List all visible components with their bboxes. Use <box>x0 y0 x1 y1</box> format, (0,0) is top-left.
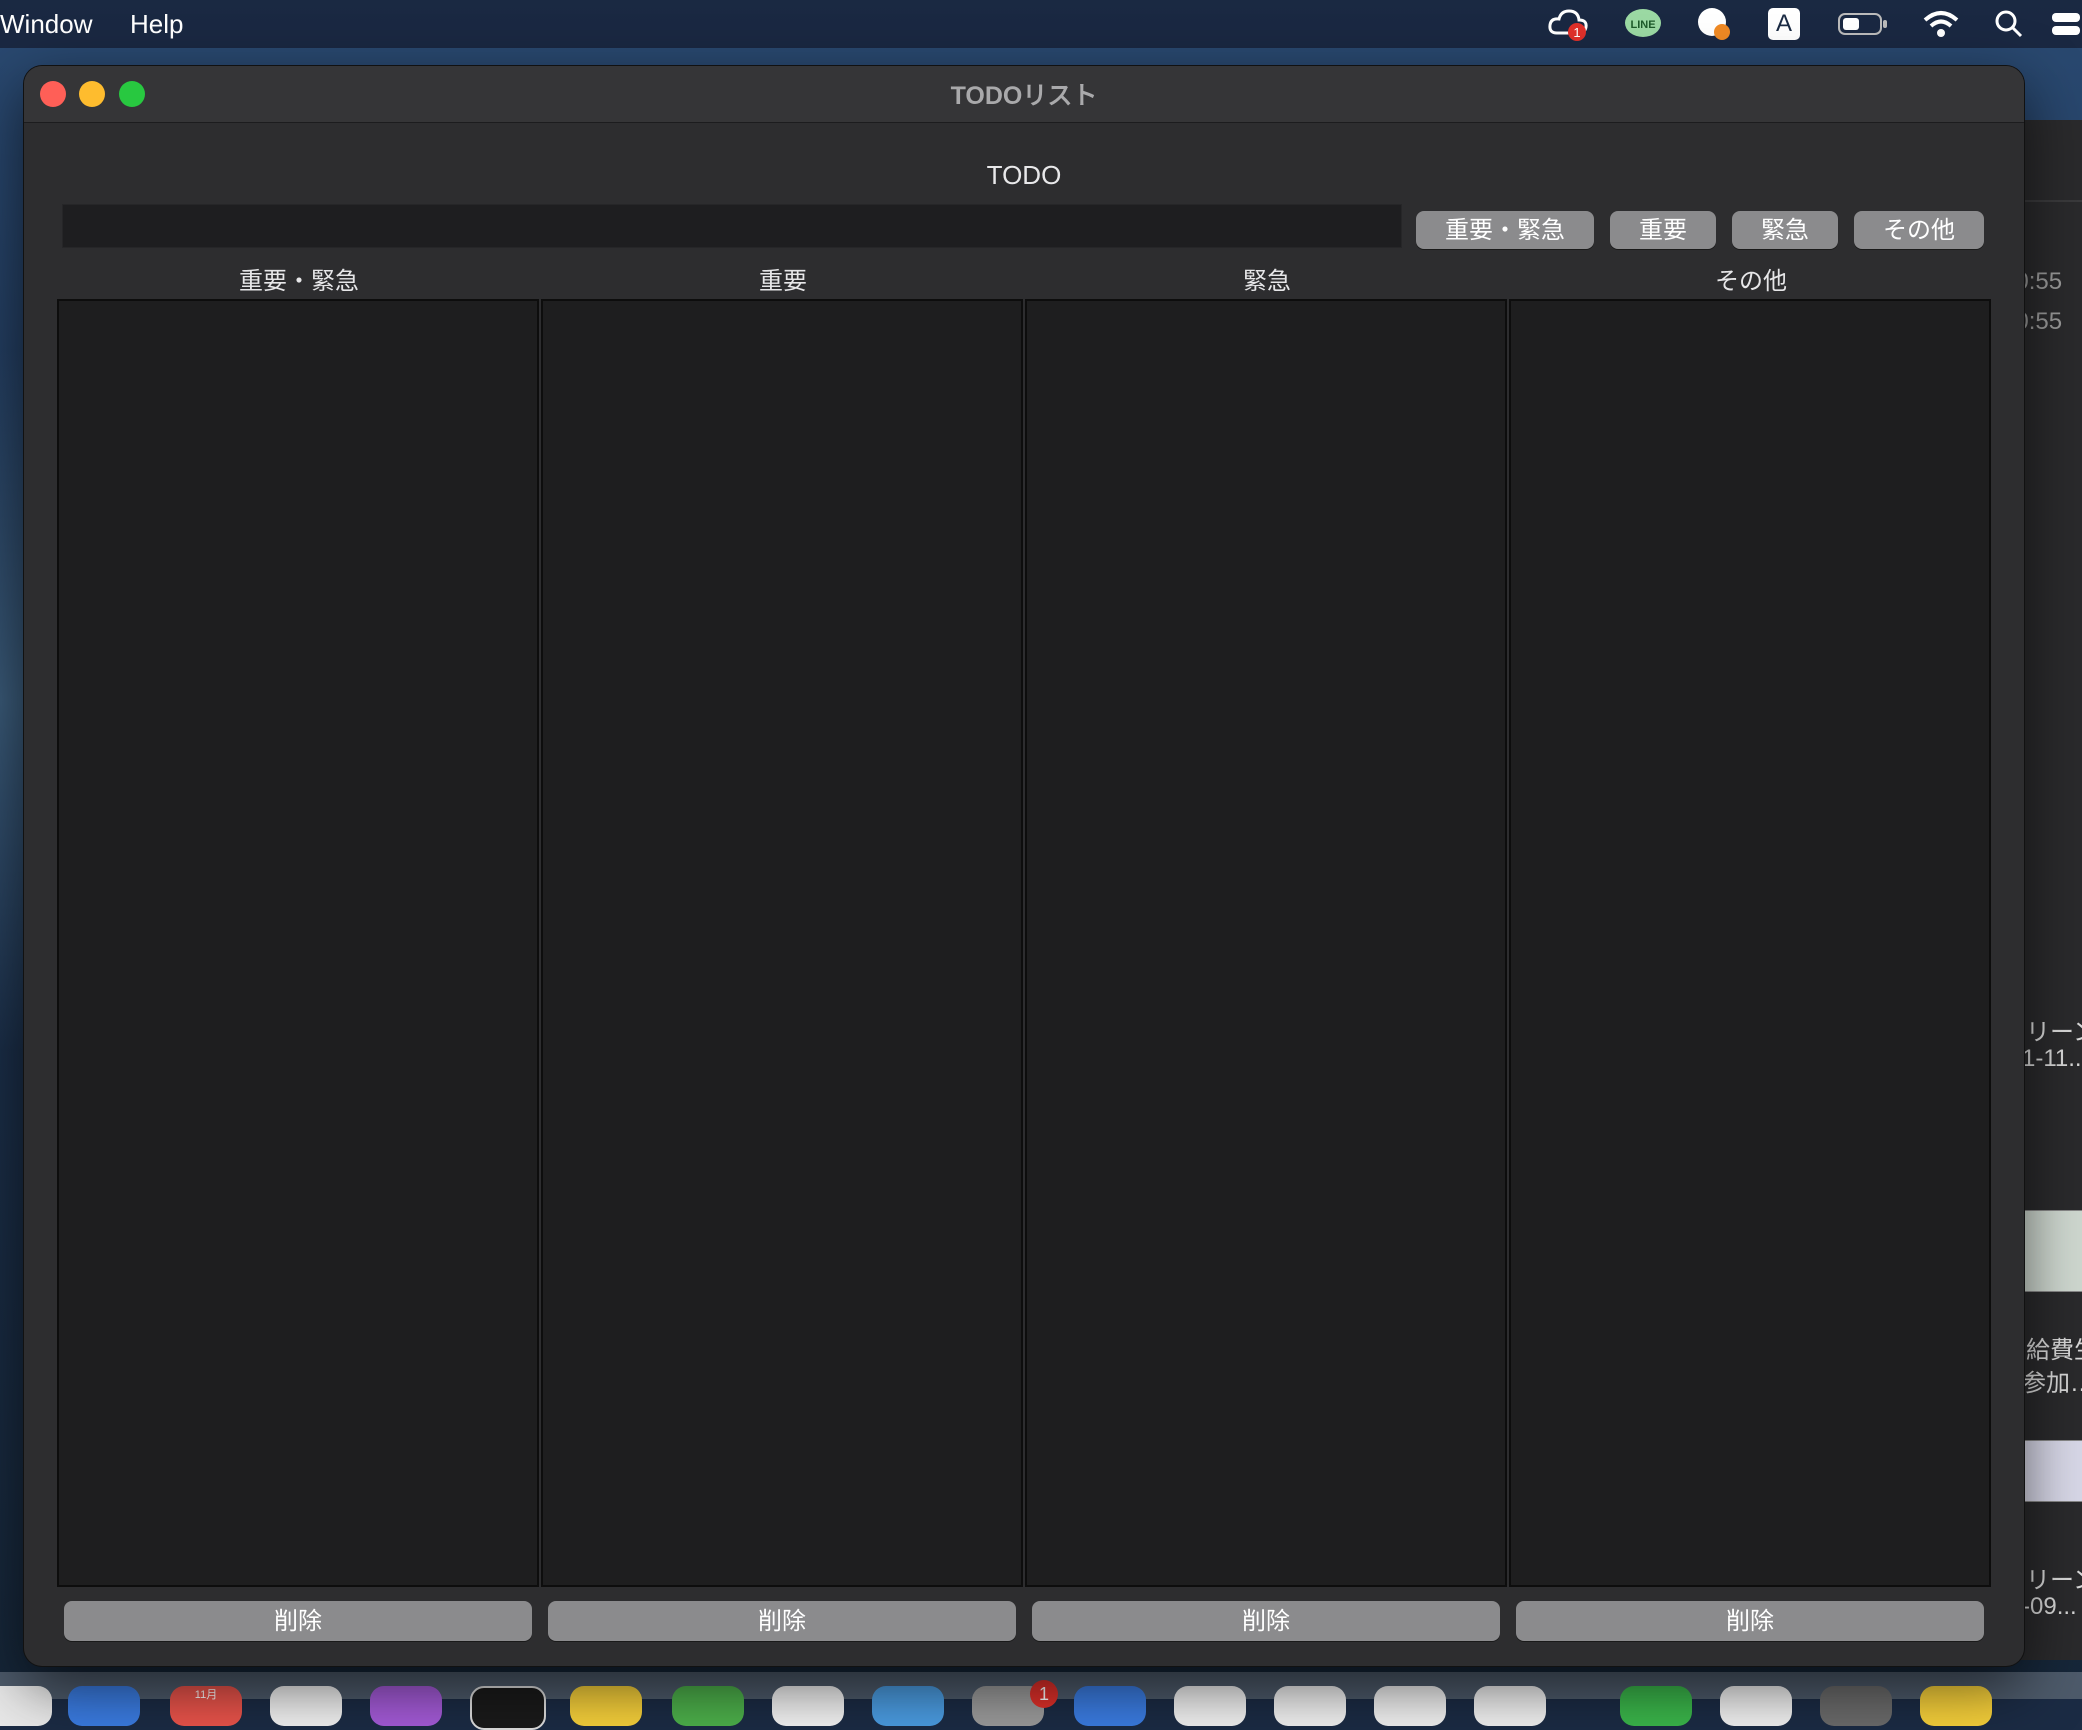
wifi-icon[interactable] <box>1922 6 1960 42</box>
dock-app-icon[interactable] <box>672 1686 744 1726</box>
window-title: TODOリスト <box>950 82 1098 110</box>
input-method-icon[interactable]: A <box>1766 6 1802 42</box>
dock-app-icon[interactable] <box>0 1686 52 1726</box>
todo-window: TODOリスト TODO 重要・緊急 重要 緊急 その他 重要・緊急 重要 緊急… <box>24 66 2024 1666</box>
column-label-important-urgent: 重要・緊急 <box>239 267 359 295</box>
bg-thumbnail <box>2022 1440 2082 1502</box>
line-label: LINE <box>1630 19 1655 31</box>
bg-snippet: 参加…2 <box>2022 1370 2082 1397</box>
dock-app-icon[interactable] <box>1174 1686 1246 1726</box>
delete-important-urgent-button[interactable]: 削除 <box>64 1601 532 1641</box>
dock-app-icon[interactable] <box>1074 1686 1146 1726</box>
column-label-important: 重要 <box>759 267 807 295</box>
bg-snippet: リーン <box>2026 1019 2082 1046</box>
list-important[interactable] <box>541 299 1023 1587</box>
icloud-icon[interactable]: 1 <box>1545 6 1591 42</box>
add-other-button[interactable]: その他 <box>1854 211 1984 249</box>
dock-app-icon[interactable] <box>470 1686 546 1730</box>
menu-window[interactable]: Window <box>0 9 92 40</box>
menu-help[interactable]: Help <box>130 9 183 40</box>
list-important-urgent[interactable] <box>57 299 539 1587</box>
dock-badge: 1 <box>1030 1680 1058 1708</box>
page-title: TODO <box>986 160 1062 190</box>
spotlight-icon[interactable] <box>1992 6 2026 42</box>
bg-snippet: リーン <box>2026 1567 2082 1594</box>
calendar-month: 11月 <box>194 1689 218 1701</box>
dock-app-icon[interactable] <box>570 1686 642 1726</box>
column-label-urgent: 緊急 <box>1243 267 1291 295</box>
dock-app-icon[interactable] <box>1920 1686 1992 1726</box>
title-bar[interactable]: TODOリスト <box>24 66 2024 123</box>
dock-app-icon[interactable] <box>772 1686 844 1726</box>
bg-snippet: -09... <box>2022 1593 2077 1620</box>
control-center-icon[interactable] <box>2050 6 2082 42</box>
list-other[interactable] <box>1509 299 1991 1587</box>
delete-other-button[interactable]: 削除 <box>1516 1601 1984 1641</box>
dock-app-icon[interactable] <box>68 1686 140 1726</box>
menu-bar: Window Help 1 LINE A <box>0 0 2082 48</box>
add-important-urgent-button[interactable]: 重要・緊急 <box>1416 211 1594 249</box>
dock-app-icon[interactable] <box>1374 1686 1446 1726</box>
icloud-badge: 1 <box>1573 25 1580 40</box>
add-urgent-button[interactable]: 緊急 <box>1732 211 1838 249</box>
battery-icon[interactable] <box>1836 6 1890 42</box>
notification-icon[interactable] <box>1694 6 1734 42</box>
calendar-icon[interactable]: 11月 <box>170 1686 242 1726</box>
input-method-label: A <box>1768 8 1800 40</box>
delete-urgent-button[interactable]: 削除 <box>1032 1601 1500 1641</box>
dock-app-icon[interactable] <box>1720 1686 1792 1726</box>
dock-app-icon[interactable] <box>370 1686 442 1726</box>
add-important-button[interactable]: 重要 <box>1610 211 1716 249</box>
bg-snippet: 1-11... <box>2022 1045 2082 1072</box>
bg-snippet: 給費生 <box>2026 1337 2082 1364</box>
line-icon[interactable]: LINE <box>1622 6 1664 42</box>
dock-app-icon[interactable] <box>1620 1686 1692 1726</box>
dock-app-icon[interactable] <box>872 1686 944 1726</box>
dock-app-icon[interactable] <box>1474 1686 1546 1726</box>
list-urgent[interactable] <box>1025 299 1507 1587</box>
delete-important-button[interactable]: 削除 <box>548 1601 1016 1641</box>
dock-app-icon[interactable] <box>270 1686 342 1726</box>
dock-app-icon[interactable] <box>1274 1686 1346 1726</box>
column-label-other: その他 <box>1715 267 1787 295</box>
todo-input[interactable] <box>62 204 1402 248</box>
dock-app-icon[interactable] <box>1820 1686 1892 1726</box>
bg-thumbnail <box>2022 1210 2082 1292</box>
